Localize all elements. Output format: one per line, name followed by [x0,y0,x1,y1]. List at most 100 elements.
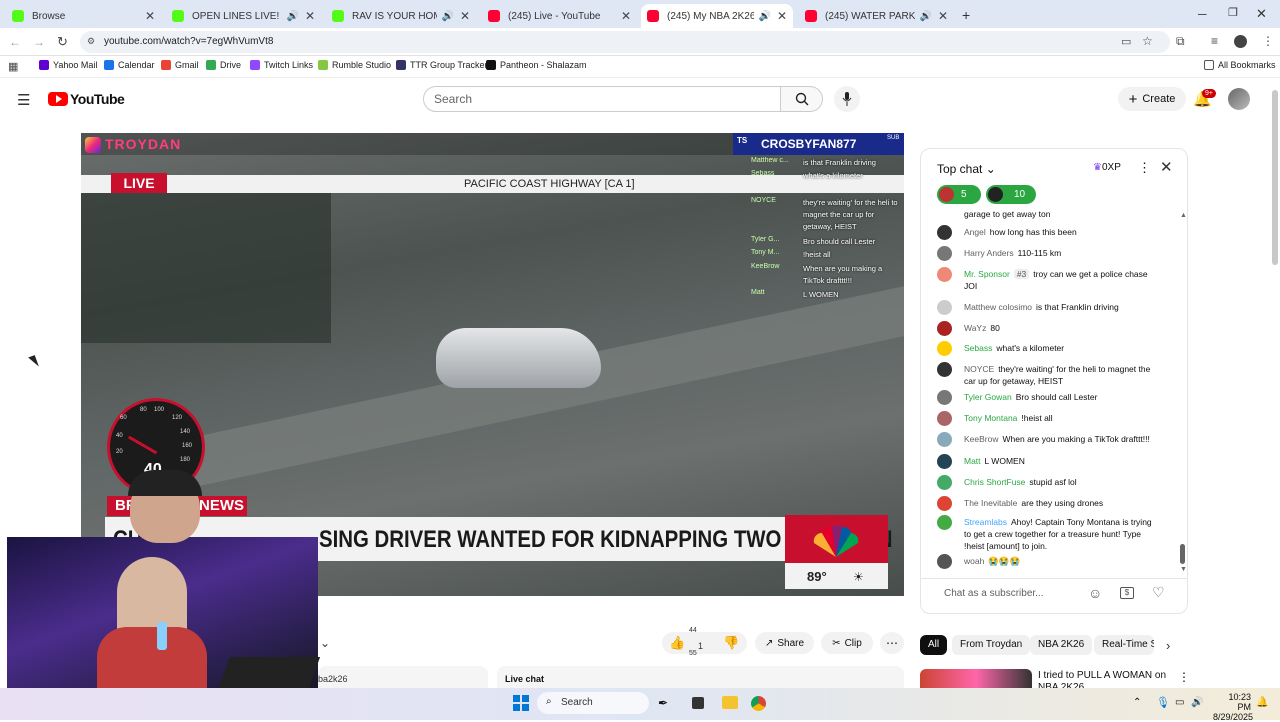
browser-tab[interactable]: RAV IS YOUR HOME FOR R 🔊 ✕ [326,4,476,28]
chat-avatar[interactable] [937,496,952,511]
chat-author[interactable]: Matthew colosimo [964,302,1032,312]
clip-button[interactable]: ✂ Clip [821,632,873,654]
chat-avatar[interactable] [937,475,952,490]
apps-grid-icon[interactable]: ▦ [8,60,18,73]
site-info-icon[interactable]: ⚙ [87,36,95,47]
chat-avatar[interactable] [937,554,952,569]
notification-center-icon[interactable]: 🔔 [1256,697,1268,708]
chat-avatar[interactable] [937,267,952,282]
filter-chip[interactable]: NBA 2K26 [1030,635,1093,655]
close-tab-icon[interactable]: ✕ [460,9,470,23]
close-tab-icon[interactable]: ✕ [621,9,631,23]
chat-scrollbar-thumb[interactable] [1180,544,1185,564]
chat-author[interactable]: KeeBrow [964,434,999,444]
browser-tab[interactable]: (245) My NBA 2K26 myCare🔊 ✕ [641,4,793,28]
audio-icon[interactable]: 🔊 [919,11,931,22]
task-view-icon[interactable] [692,697,704,709]
chat-author[interactable]: The Inevitable [964,498,1017,508]
create-button[interactable]: + Create [1118,87,1186,111]
cast-icon[interactable]: ▭ [1121,35,1131,48]
more-actions-icon[interactable]: ⋯ [880,632,904,654]
chat-author[interactable]: Mr. Sponsor [964,269,1010,279]
close-window-button[interactable]: ✕ [1256,6,1267,22]
reload-icon[interactable]: ↻ [57,34,68,50]
profile-avatar[interactable] [1234,35,1247,48]
extensions-icon[interactable]: ⧉ [1176,34,1185,49]
close-chat-icon[interactable]: ✕ [1160,158,1173,176]
chat-avatar[interactable] [937,321,952,336]
bookmark-item[interactable]: TTR Group Tracker [396,60,488,70]
bookmark-item[interactable]: Drive [206,60,241,70]
tray-chevron-icon[interactable]: ⌃ [1133,697,1141,708]
rec-title[interactable]: I tried to PULL A WOMAN on [1038,670,1166,681]
search-button[interactable] [781,86,823,112]
chat-author[interactable]: Tyler Gowan [964,392,1012,402]
minimize-button[interactable]: ─ [1198,7,1207,21]
hamburger-menu-icon[interactable]: ☰ [17,91,30,109]
close-tab-icon[interactable]: ✕ [145,9,155,23]
network-icon[interactable]: ▭ [1175,697,1184,708]
chat-author[interactable]: woah [964,556,984,566]
audio-icon[interactable]: 🔊 [441,11,453,22]
heart-icon[interactable]: ♡ [1152,584,1165,601]
audio-icon[interactable]: 🔊 [286,11,298,22]
url-field[interactable]: youtube.com/watch?v=7egWhVumVt8 [80,31,1170,53]
mic-tray-icon[interactable]: 🎙 [1156,696,1170,709]
bookmark-item[interactable]: Yahoo Mail [39,60,97,70]
scroll-down-arrow[interactable]: ▼ [1180,566,1187,573]
bookmark-star-icon[interactable]: ☆ [1142,34,1153,48]
chip-next-icon[interactable]: › [1166,638,1170,653]
chat-author[interactable]: Matt [964,456,981,466]
chat-avatar[interactable] [937,515,952,530]
clock[interactable]: 10:23 PM 8/29/2025 [1213,692,1253,722]
dislike-icon[interactable]: 👎 [723,635,739,651]
bookmark-item[interactable]: Calendar [104,60,155,70]
chat-author[interactable]: WaYz [964,323,986,333]
search-input[interactable]: Search [423,86,781,112]
chat-author[interactable]: Chris ShortFuse [964,477,1025,487]
browser-tab[interactable]: OPEN LINES LIVE! CALL-IN 🔊 ✕ [166,4,321,28]
chat-avatar[interactable] [937,246,952,261]
close-tab-icon[interactable]: ✕ [777,9,787,23]
chat-author[interactable]: NOYCE [964,364,994,374]
forward-icon[interactable]: → [33,35,45,49]
youtube-logo-text[interactable]: YouTube [70,91,125,107]
xp-indicator[interactable]: ♛0XP [1093,162,1121,173]
file-explorer-icon[interactable] [722,696,738,709]
scroll-up-arrow[interactable]: ▲ [1180,212,1187,219]
chat-avatar[interactable] [937,454,952,469]
page-scrollbar[interactable] [1272,90,1278,265]
emoji-icon[interactable]: ☺ [1088,585,1102,601]
chat-input[interactable]: Chat as a subscriber... [944,588,1044,599]
chat-author[interactable]: Sebass [964,343,992,353]
chat-author[interactable]: Angel [964,227,986,237]
like-icon[interactable]: 👍 [669,635,685,651]
tag-partial[interactable]: ba2k26 [318,674,348,684]
video-player[interactable]: TROYDAN LIVE PACIFIC COAST HIGHWAY [CA 1… [81,133,904,596]
back-icon[interactable]: ← [9,35,21,49]
chevron-down-icon[interactable]: ⌄ [320,636,330,650]
close-tab-icon[interactable]: ✕ [938,9,948,23]
youtube-logo-icon[interactable] [48,92,68,106]
filter-chip[interactable]: All [920,635,948,655]
chat-author[interactable]: Tony Montana [964,413,1017,423]
chat-avatar[interactable] [937,225,952,240]
chat-avatar[interactable] [937,362,952,377]
account-avatar[interactable] [1228,88,1250,110]
browser-tab[interactable]: (245) Live - YouTube ✕ [482,4,637,28]
chat-more-icon[interactable]: ⋮ [1138,160,1151,176]
restore-button[interactable]: ❐ [1228,6,1238,19]
bookmark-item[interactable]: Rumble Studio [318,60,391,70]
chat-avatar[interactable] [937,432,952,447]
chat-author[interactable]: Streamlabs [964,517,1007,527]
chrome-icon[interactable] [751,696,766,711]
bookmark-item[interactable]: Twitch Links [250,60,313,70]
chat-avatar[interactable] [937,341,952,356]
browser-tab[interactable]: (245) WATER PARK AND PE🔊 ✕ [799,4,954,28]
audio-icon[interactable]: 🔊 [758,11,770,22]
chat-author[interactable]: Harry Anders [964,248,1014,258]
all-bookmarks[interactable]: All Bookmarks [1204,60,1276,70]
browser-tab[interactable]: Browse ✕ [6,4,161,28]
close-tab-icon[interactable]: ✕ [305,9,315,23]
menu-kebab-icon[interactable]: ⋮ [1262,34,1274,48]
